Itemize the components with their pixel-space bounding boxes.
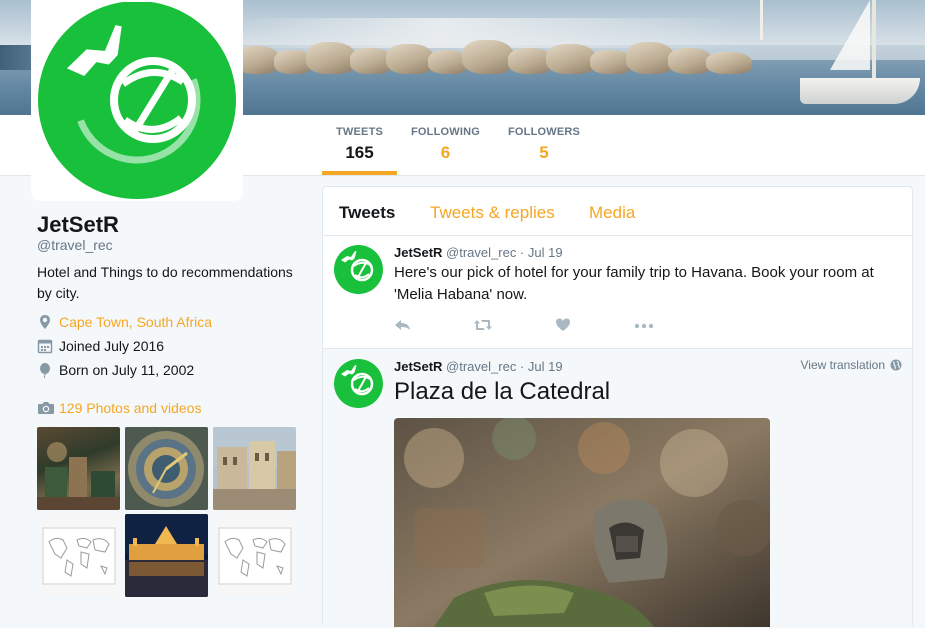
tweet[interactable]: JetSetR @travel_rec · Jul 19 Here's our … bbox=[323, 235, 912, 348]
profile-bio: Hotel and Things to do recommendations b… bbox=[37, 264, 293, 301]
media-photo-figurines bbox=[394, 418, 770, 627]
born-text: Born on July 11, 2002 bbox=[59, 362, 195, 378]
nav-tweets[interactable]: TWEETS 165 bbox=[336, 126, 383, 163]
tab-tweets[interactable]: Tweets bbox=[339, 203, 395, 223]
nav-tweets-count: 165 bbox=[345, 143, 374, 162]
tweet-avatar[interactable] bbox=[334, 245, 383, 294]
thumbnail-market-art bbox=[37, 442, 120, 510]
tweet-handle-date[interactable]: @travel_rec · Jul 19 bbox=[446, 245, 563, 260]
nav-followers[interactable]: FOLLOWERS 5 bbox=[508, 126, 580, 163]
thumbnail-plaza bbox=[213, 427, 296, 510]
nav-following-count: 6 bbox=[440, 143, 451, 162]
photo-thumbnail[interactable] bbox=[213, 427, 296, 510]
tweet-text: Here's our pick of hotel for your family… bbox=[394, 264, 874, 303]
thumbnail-world-map bbox=[42, 527, 116, 585]
more-icon[interactable] bbox=[634, 317, 654, 333]
profile-handle[interactable]: @travel_rec bbox=[37, 237, 113, 253]
nav-tweets-label: TWEETS bbox=[336, 126, 384, 138]
nav-following-label: FOLLOWING bbox=[411, 126, 481, 138]
tab-tweets-replies[interactable]: Tweets & replies bbox=[430, 203, 555, 223]
retweet-icon[interactable] bbox=[473, 317, 493, 333]
thumbnail-world-map bbox=[218, 527, 292, 585]
location-pin-icon bbox=[40, 315, 50, 329]
profile-name[interactable]: JetSetR bbox=[37, 212, 119, 238]
tweet-author-name[interactable]: JetSetR bbox=[394, 359, 442, 374]
profile-joined: Joined July 2016 bbox=[37, 338, 164, 354]
tweet-title: Plaza de la Catedral bbox=[394, 378, 611, 405]
tweet-author-name[interactable]: JetSetR bbox=[394, 245, 442, 260]
nav-followers-label: FOLLOWERS bbox=[508, 126, 581, 138]
photos-videos-link[interactable]: 129 Photos and videos bbox=[37, 400, 201, 416]
tweet-avatar[interactable] bbox=[334, 359, 383, 408]
banner-mast bbox=[760, 0, 763, 40]
tweet-header: JetSetR @travel_rec · Jul 19 bbox=[394, 245, 563, 260]
profile-location: Cape Town, South Africa bbox=[37, 314, 212, 330]
banner-sailboat bbox=[790, 0, 925, 115]
thumbnail-astronomical-clock bbox=[125, 427, 208, 510]
reply-icon[interactable] bbox=[394, 317, 414, 333]
joined-text: Joined July 2016 bbox=[59, 338, 165, 354]
plane-globe-logo bbox=[38, 2, 236, 199]
view-translation-label: View translation bbox=[800, 358, 886, 372]
like-icon[interactable] bbox=[555, 317, 571, 333]
tweet-handle-date[interactable]: @travel_rec · Jul 19 bbox=[446, 359, 563, 374]
balloon-icon bbox=[40, 363, 50, 378]
timeline-tabs: Tweets Tweets & replies Media bbox=[323, 187, 912, 236]
photo-thumbnail[interactable] bbox=[213, 514, 296, 597]
globe-icon bbox=[890, 359, 902, 371]
photos-count-label: 129 Photos and videos bbox=[59, 400, 202, 416]
photo-thumbnail[interactable] bbox=[37, 514, 120, 597]
tweet-actions bbox=[394, 317, 654, 333]
profile-birthday: Born on July 11, 2002 bbox=[37, 362, 194, 378]
nav-following[interactable]: FOLLOWING 6 bbox=[411, 126, 480, 163]
nav-active-indicator bbox=[322, 171, 397, 175]
location-link[interactable]: Cape Town, South Africa bbox=[59, 314, 212, 330]
tweet-header: JetSetR @travel_rec · Jul 19 bbox=[394, 359, 563, 374]
timeline: Tweets Tweets & replies Media JetSetR @t… bbox=[322, 186, 913, 628]
photo-thumbnail[interactable] bbox=[125, 427, 208, 510]
calendar-icon bbox=[37, 339, 53, 354]
camera-icon bbox=[38, 402, 54, 414]
photo-thumbnail[interactable] bbox=[125, 514, 208, 597]
tweet-media-image[interactable] bbox=[394, 418, 770, 627]
profile-avatar[interactable] bbox=[31, 0, 243, 201]
nav-followers-count: 5 bbox=[539, 143, 549, 162]
photo-thumbnail[interactable] bbox=[37, 427, 120, 510]
tab-media[interactable]: Media bbox=[589, 203, 635, 223]
view-translation-link[interactable]: View translation bbox=[801, 358, 903, 372]
thumbnail-parliament-night bbox=[125, 514, 208, 597]
banner-breakwater bbox=[200, 38, 760, 76]
